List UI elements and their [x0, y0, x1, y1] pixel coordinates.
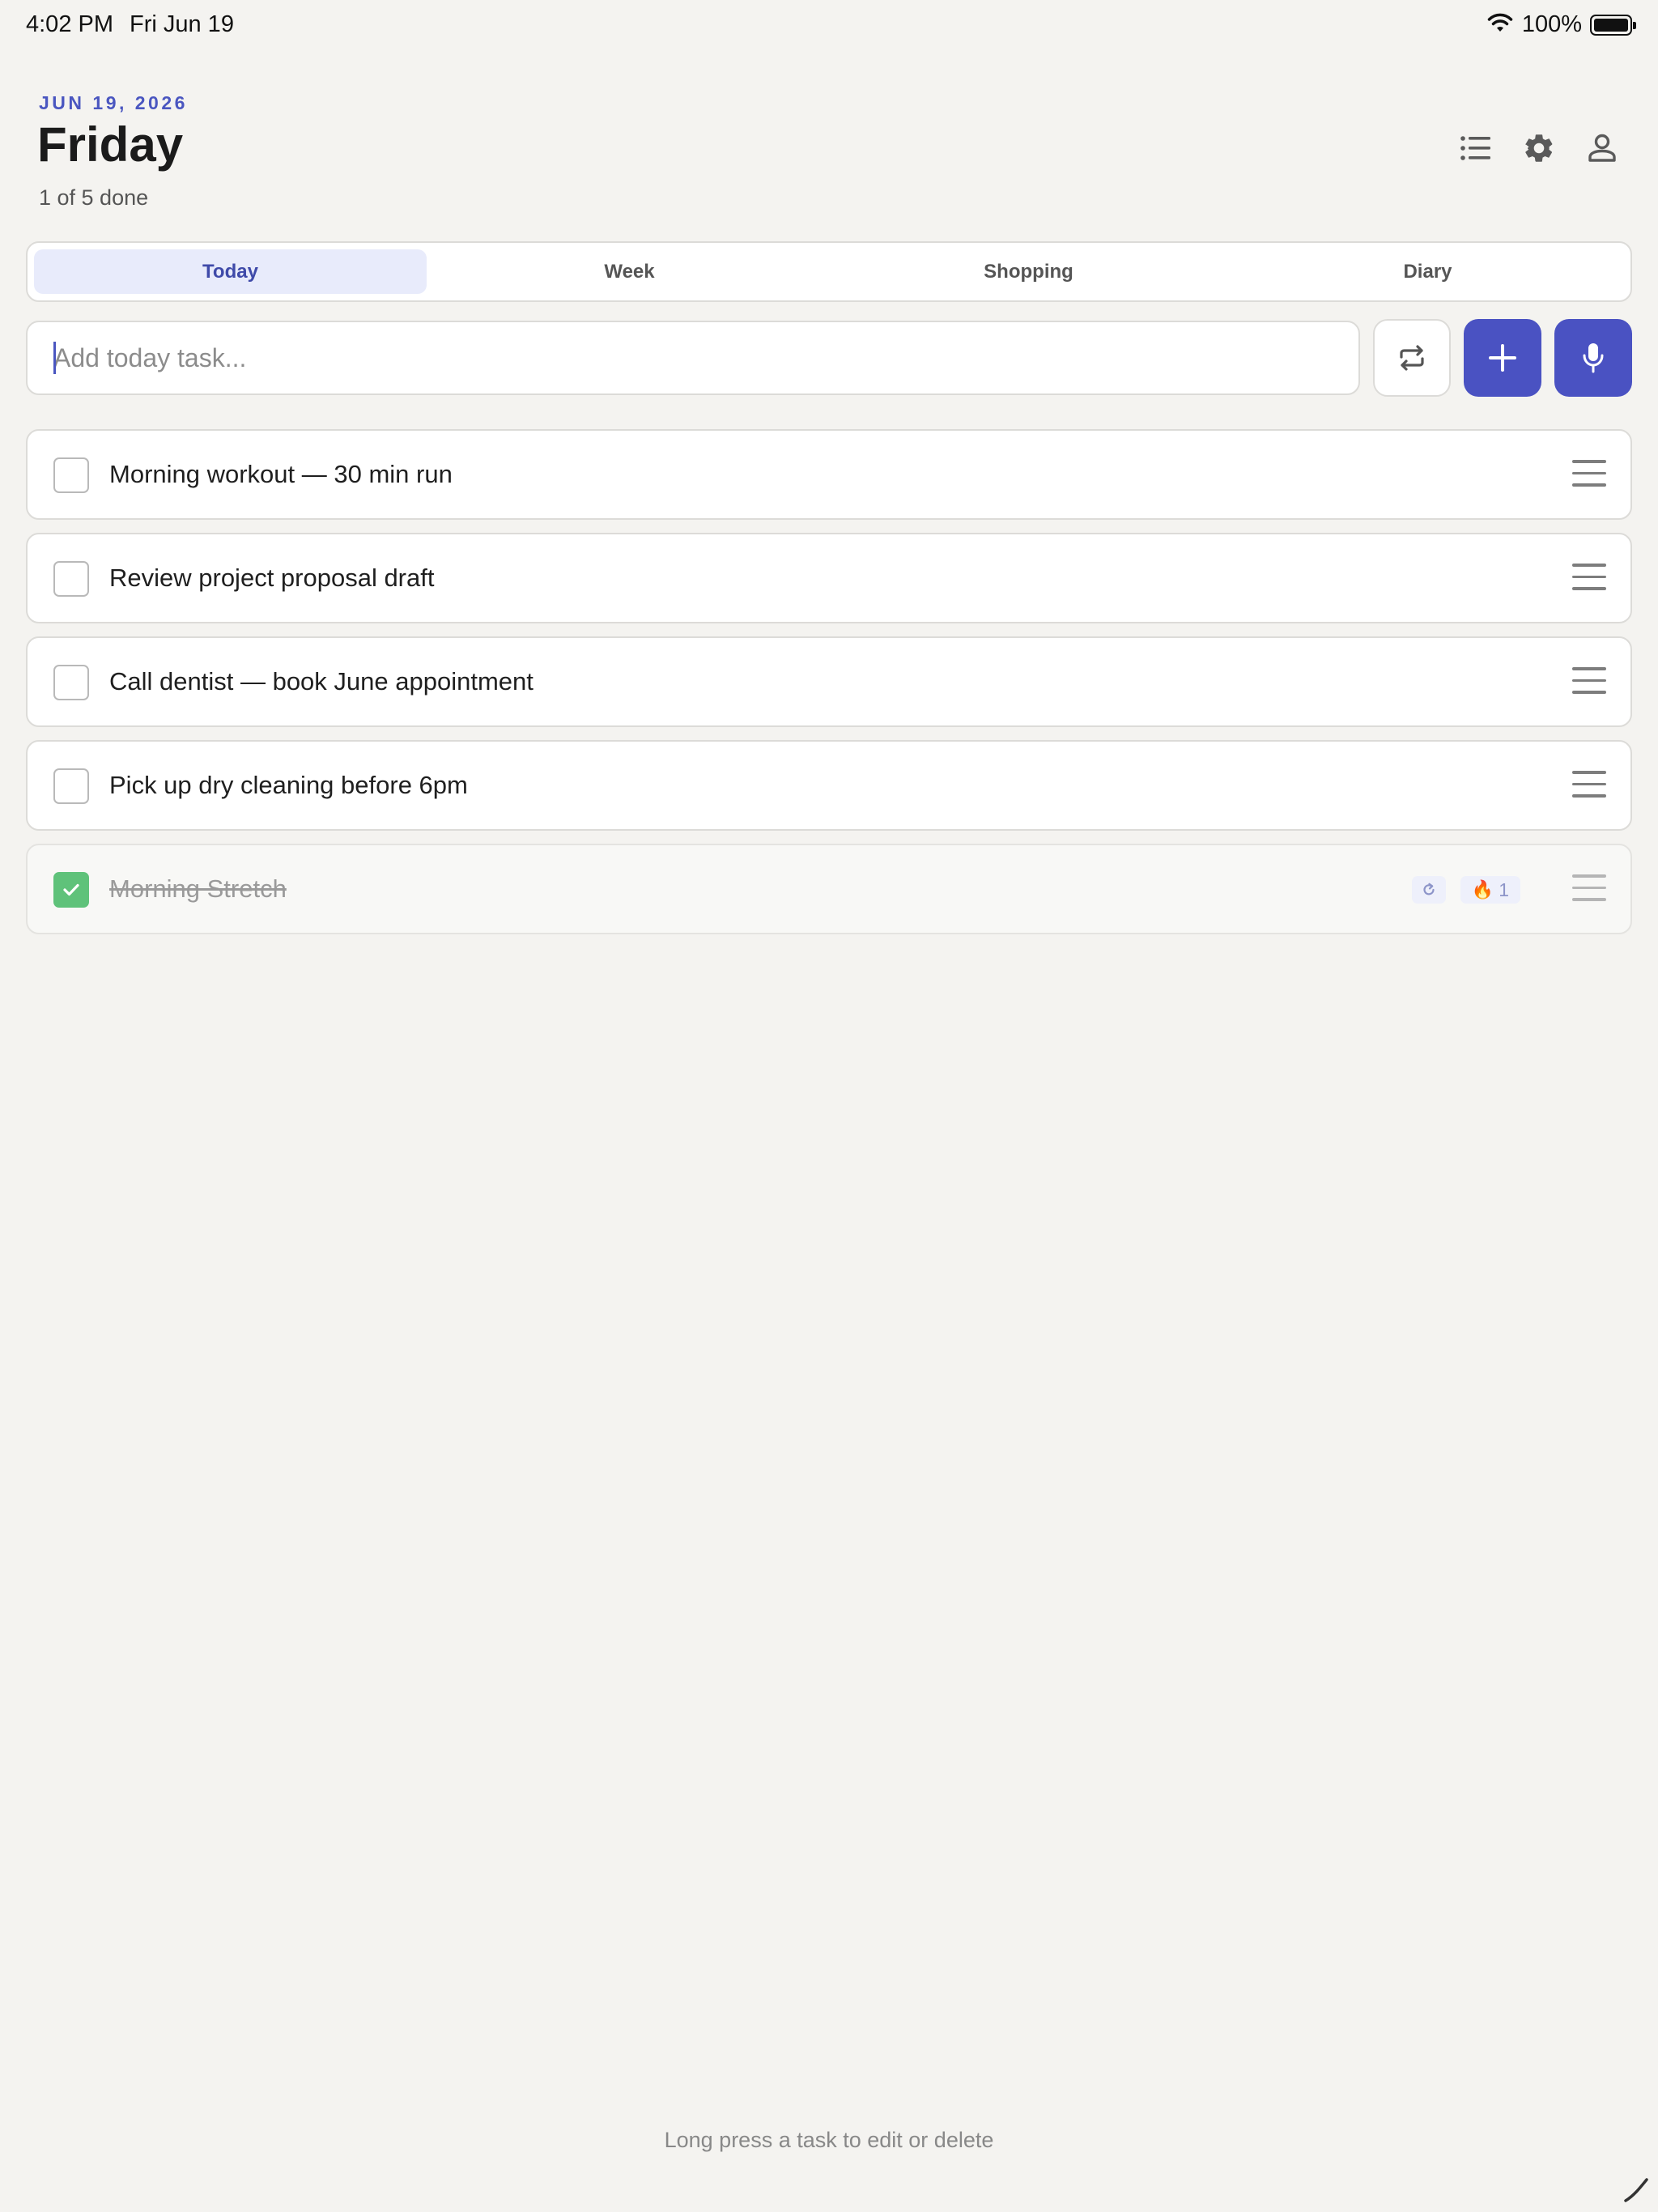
list-icon[interactable] [1457, 130, 1494, 167]
drag-handle-icon[interactable] [1572, 874, 1606, 907]
refresh-icon [1423, 883, 1435, 895]
tab-bar: Today Week Shopping Diary [26, 241, 1632, 302]
page-title: Friday [37, 117, 184, 172]
task-item[interactable]: Pick up dry cleaning before 6pm [26, 740, 1632, 831]
header-actions [1457, 130, 1621, 167]
drag-handle-icon[interactable] [1572, 771, 1606, 803]
battery-icon [1590, 14, 1636, 36]
gear-icon[interactable] [1520, 130, 1558, 167]
status-indicators: 100% [1486, 11, 1636, 38]
status-time: 4:02 PM [26, 11, 113, 37]
task-text: Morning Stretch [109, 874, 287, 903]
tab-week[interactable]: Week [433, 249, 826, 294]
task-text: Call dentist — book June appointment [109, 667, 534, 696]
task-text: Pick up dry cleaning before 6pm [109, 771, 468, 799]
repeat-badge [1412, 876, 1446, 904]
progress-summary: 1 of 5 done [39, 185, 149, 210]
status-bar: 4:02 PM Fri Jun 19 100% [0, 0, 1658, 52]
task-text: Morning workout — 30 min run [109, 460, 453, 488]
plus-icon [1489, 344, 1516, 372]
header-date: JUN 19, 2026 [39, 92, 188, 113]
add-task-input[interactable] [26, 321, 1360, 395]
task-checkbox[interactable] [53, 561, 89, 597]
drag-handle-icon[interactable] [1572, 667, 1606, 700]
add-task-row [26, 319, 1632, 397]
microphone-icon [1583, 343, 1604, 373]
task-item[interactable]: Review project proposal draft [26, 533, 1632, 623]
streak-badge: 🔥 1 [1460, 876, 1520, 904]
task-checkbox[interactable] [53, 768, 89, 804]
tab-today[interactable]: Today [34, 249, 427, 294]
voice-input-button[interactable] [1554, 319, 1632, 397]
tab-diary[interactable]: Diary [1231, 249, 1624, 294]
text-caret [53, 342, 56, 374]
person-icon[interactable] [1584, 130, 1621, 167]
scribble-indicator-icon [1624, 2178, 1648, 2202]
checkmark-icon [63, 883, 79, 896]
repeat-icon [1400, 345, 1424, 371]
drag-handle-icon[interactable] [1572, 460, 1606, 492]
task-text: Review project proposal draft [109, 564, 435, 592]
task-checkbox-checked[interactable] [53, 872, 89, 908]
drag-handle-icon[interactable] [1572, 564, 1606, 596]
status-date: Fri Jun 19 [130, 11, 234, 37]
flame-icon: 🔥 [1471, 879, 1494, 900]
repeat-toggle-button[interactable] [1373, 319, 1451, 397]
battery-percent: 100% [1521, 11, 1582, 37]
task-checkbox[interactable] [53, 457, 89, 493]
streak-count: 1 [1499, 878, 1510, 900]
task-item[interactable]: Call dentist — book June appointment [26, 636, 1632, 727]
wifi-icon [1486, 12, 1514, 37]
footer-hint: Long press a task to edit or delete [664, 2128, 994, 2152]
tab-shopping[interactable]: Shopping [832, 249, 1225, 294]
task-item-completed[interactable]: Morning Stretch 🔥 1 [26, 844, 1632, 934]
add-task-button[interactable] [1464, 319, 1541, 397]
task-item[interactable]: Morning workout — 30 min run [26, 429, 1632, 520]
task-checkbox[interactable] [53, 665, 89, 700]
